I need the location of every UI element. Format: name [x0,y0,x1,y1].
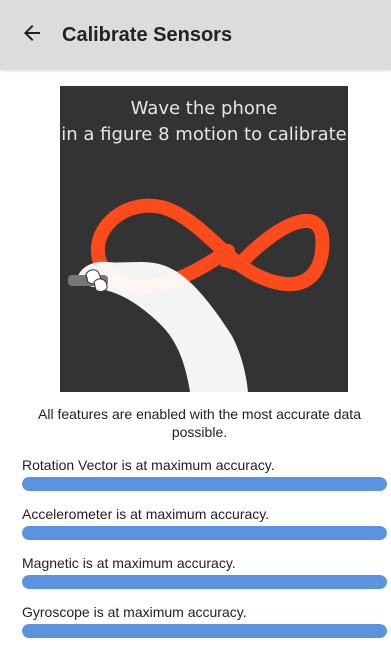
calibration-illustration: Wave the phone in a figure 8 motion to c… [60,86,348,392]
accuracy-bar-fill [22,526,387,540]
instruction-line-2: in a figure 8 motion to calibrate [61,124,347,145]
sensor-accelerometer: Accelerometer is at maximum accuracy. [22,505,387,540]
page-title: Calibrate Sensors [62,23,233,46]
sensor-magnetic: Magnetic is at maximum accuracy. [22,554,387,589]
sensor-gyroscope: Gyroscope is at maximum accuracy. [22,603,387,638]
accuracy-bar-fill [22,624,387,638]
accuracy-bar [22,477,387,491]
sensor-label: Rotation Vector is at maximum accuracy. [22,457,275,473]
arrow-back-icon [20,21,44,50]
back-button[interactable] [8,11,56,59]
sensor-label: Accelerometer is at maximum accuracy. [22,506,270,522]
accuracy-bar [22,526,387,540]
accuracy-bar [22,575,387,589]
accuracy-bar-fill [22,575,387,589]
sensor-rotation-vector: Rotation Vector is at maximum accuracy. [22,456,387,491]
calibrate-sensors-screen: Calibrate Sensors Wave the phone in a fi… [0,0,391,652]
instruction-line-1: Wave the phone [130,98,278,119]
accuracy-bar-fill [22,477,387,491]
sensor-label: Gyroscope is at maximum accuracy. [22,604,247,620]
calibration-summary: All features are enabled with the most a… [38,406,361,440]
accuracy-bar [22,624,387,638]
sensor-label: Magnetic is at maximum accuracy. [22,555,236,571]
toolbar: Calibrate Sensors [0,0,391,70]
